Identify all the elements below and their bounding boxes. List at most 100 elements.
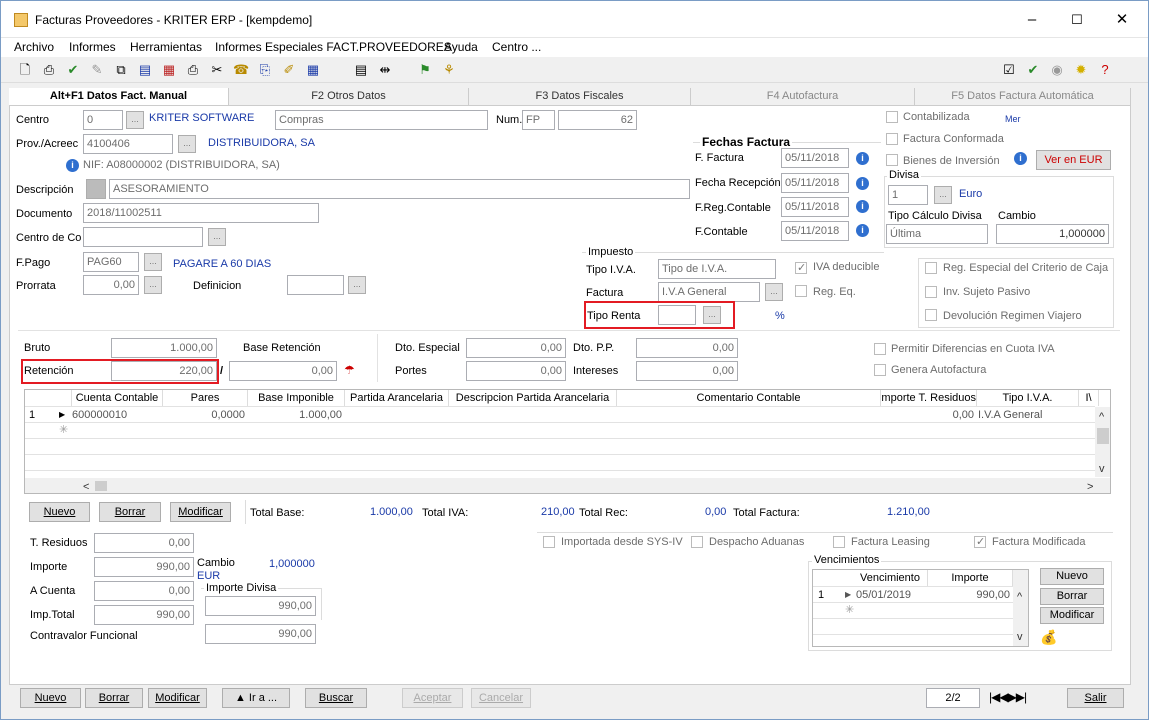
grid-scroll-down-icon[interactable]: v bbox=[1099, 462, 1105, 476]
f-recepcion-info-icon[interactable]: i bbox=[856, 177, 869, 190]
ver-eur-button[interactable]: Ver en EUR bbox=[1036, 150, 1111, 170]
importada-checkbox[interactable] bbox=[543, 536, 555, 548]
printer-icon[interactable]: ⎙ bbox=[185, 62, 201, 78]
venc-scroll-up-icon[interactable]: ^ bbox=[1017, 590, 1022, 604]
conformada-checkbox[interactable] bbox=[886, 133, 898, 145]
tab-datos-manual[interactable]: Alt+F1 Datos Fact. Manual bbox=[9, 88, 229, 105]
tree-icon[interactable]: ⚘ bbox=[441, 62, 457, 78]
tool-icon[interactable]: ✎ bbox=[89, 62, 105, 78]
intereses-input[interactable]: 0,00 bbox=[636, 361, 738, 381]
note-icon[interactable] bbox=[86, 179, 106, 199]
dto-especial-input[interactable]: 0,00 bbox=[466, 338, 566, 358]
prov-input[interactable]: 4100406 bbox=[83, 134, 173, 154]
iva-deducible-checkbox[interactable] bbox=[795, 261, 807, 274]
cambio-input[interactable]: 1,000000 bbox=[996, 224, 1109, 244]
divisa-input[interactable]: 1 bbox=[888, 185, 928, 205]
report-icon[interactable]: ▦ bbox=[161, 62, 177, 78]
flag-icon[interactable]: ⚑ bbox=[417, 62, 433, 78]
venc-modificar-button[interactable]: Modificar bbox=[1040, 607, 1104, 624]
tab-factura-automatica[interactable]: F5 Datos Factura Automática bbox=[915, 88, 1131, 105]
venc-scroll-down-icon[interactable]: v bbox=[1017, 630, 1023, 644]
f-contable-input[interactable]: 05/11/2018 bbox=[781, 221, 849, 241]
grid-header-more[interactable]: I\ bbox=[1079, 390, 1099, 406]
grid-header-desc-partida[interactable]: Descripcion Partida Arancelaria bbox=[449, 390, 617, 406]
form-icon[interactable]: ▤ bbox=[137, 62, 153, 78]
modificar-button[interactable]: Modificar bbox=[148, 688, 207, 708]
cut-icon[interactable]: ✂ bbox=[209, 62, 225, 78]
grid-header-partida[interactable]: Partida Arancelaria bbox=[345, 390, 449, 406]
portes-input[interactable]: 0,00 bbox=[466, 361, 566, 381]
num-input[interactable]: 62 bbox=[558, 110, 637, 130]
money-bag-icon[interactable]: 💰 bbox=[1040, 629, 1057, 646]
calendar-icon[interactable]: ▦ bbox=[305, 62, 321, 78]
grid-header-comentario[interactable]: Comentario Contable bbox=[617, 390, 881, 406]
grid-hscroll-thumb[interactable] bbox=[95, 481, 107, 491]
devolucion-checkbox[interactable] bbox=[925, 309, 937, 321]
grid-hscroll[interactable] bbox=[25, 478, 1110, 493]
contravalor-input[interactable]: 990,00 bbox=[205, 624, 316, 644]
line-borrar-button[interactable]: Borrar bbox=[99, 502, 161, 522]
menu-ayuda[interactable]: Ayuda bbox=[444, 40, 478, 54]
prorrata-lookup-button[interactable]: ... bbox=[144, 276, 162, 294]
lightbulb-icon[interactable]: ✹ bbox=[1073, 62, 1089, 78]
tab-otros-datos[interactable]: F2 Otros Datos bbox=[229, 88, 469, 105]
record-navigator-icon[interactable]: |◀◀▶▶| bbox=[989, 690, 1027, 704]
grid-header-base[interactable]: Base Imponible bbox=[248, 390, 345, 406]
close-button[interactable]: ✕ bbox=[1099, 1, 1145, 38]
attach-icon[interactable]: ⎘ bbox=[257, 62, 273, 78]
salir-button[interactable]: Salir bbox=[1067, 688, 1124, 708]
a-cuenta-input[interactable]: 0,00 bbox=[94, 581, 194, 601]
despacho-checkbox[interactable] bbox=[691, 536, 703, 548]
genera-auto-checkbox[interactable] bbox=[874, 364, 886, 376]
line-nuevo-button[interactable]: Nuevo bbox=[29, 502, 90, 522]
tab-autofactura[interactable]: F4 Autofactura bbox=[691, 88, 915, 105]
prov-lookup-button[interactable]: ... bbox=[178, 135, 196, 153]
line-modificar-button[interactable]: Modificar bbox=[170, 502, 231, 522]
borrar-button[interactable]: Borrar bbox=[85, 688, 143, 708]
permitir-checkbox[interactable] bbox=[874, 343, 886, 355]
grid-cell-cuenta[interactable]: 600000010 bbox=[72, 408, 127, 422]
tipo-calculo-select[interactable]: Última bbox=[886, 224, 988, 244]
bienes-info-icon[interactable]: i bbox=[1014, 152, 1027, 165]
grid-header-cuenta[interactable]: Cuenta Contable bbox=[72, 390, 163, 406]
retencion-calc-icon[interactable]: ☂ bbox=[344, 363, 355, 377]
grid-scroll-right-icon[interactable]: > bbox=[1087, 480, 1093, 493]
modificada-checkbox[interactable] bbox=[974, 535, 986, 548]
centro-lookup-button[interactable]: ... bbox=[126, 111, 144, 129]
compras-select[interactable]: Compras bbox=[275, 110, 488, 130]
nuevo-button[interactable]: Nuevo bbox=[20, 688, 81, 708]
centro-coste-lookup-button[interactable]: ... bbox=[208, 228, 226, 246]
f-contable-info-icon[interactable]: i bbox=[856, 224, 869, 237]
bienes-checkbox[interactable] bbox=[886, 154, 898, 166]
f-factura-info-icon[interactable]: i bbox=[856, 152, 869, 165]
f-recepcion-input[interactable]: 05/11/2018 bbox=[781, 173, 849, 193]
importe-divisa-input[interactable]: 990,00 bbox=[205, 596, 316, 616]
minimize-button[interactable]: – bbox=[1009, 1, 1055, 38]
cancelar-button[interactable]: Cancelar bbox=[471, 688, 531, 708]
tipo-iva-select[interactable]: Tipo de I.V.A. bbox=[658, 259, 776, 279]
nif-info-icon[interactable]: i bbox=[66, 159, 79, 172]
aceptar-button[interactable]: Aceptar bbox=[402, 688, 463, 708]
definicion-input[interactable] bbox=[287, 275, 344, 295]
venc-header-importe[interactable]: Importe bbox=[928, 570, 1013, 586]
definicion-lookup-button[interactable]: ... bbox=[348, 276, 366, 294]
lines-grid[interactable]: Cuenta Contable Pares Base Imponible Par… bbox=[24, 389, 1111, 494]
centro-input[interactable]: 0 bbox=[83, 110, 123, 130]
f-factura-input[interactable]: 05/11/2018 bbox=[781, 148, 849, 168]
menu-herramientas[interactable]: Herramientas bbox=[130, 40, 202, 54]
columns-icon[interactable]: ⇹ bbox=[377, 62, 393, 78]
reg-eq-checkbox[interactable] bbox=[795, 285, 807, 297]
vencimientos-grid[interactable]: Vencimiento Importe 1 ▶ 05/01/2019 990,0… bbox=[812, 569, 1029, 647]
validate-icon[interactable]: ✔ bbox=[65, 62, 81, 78]
menu-informes-especiales[interactable]: Informes Especiales FACT.PROVEEDORES bbox=[215, 40, 452, 54]
imp-total-input[interactable]: 990,00 bbox=[94, 605, 194, 625]
prorrata-input[interactable]: 0,00 bbox=[83, 275, 139, 295]
contabilizada-checkbox[interactable] bbox=[886, 111, 898, 123]
menu-informes[interactable]: Informes bbox=[69, 40, 116, 54]
eye-icon[interactable]: ◉ bbox=[1049, 62, 1065, 78]
help-icon[interactable]: ? bbox=[1097, 62, 1113, 78]
grid-cell-tipo-iva[interactable]: I.V.A General bbox=[978, 408, 1042, 422]
venc-cell-fecha[interactable]: 05/01/2019 bbox=[856, 588, 911, 602]
menu-centro[interactable]: Centro ... bbox=[492, 40, 541, 54]
tab-datos-fiscales[interactable]: F3 Datos Fiscales bbox=[469, 88, 691, 105]
